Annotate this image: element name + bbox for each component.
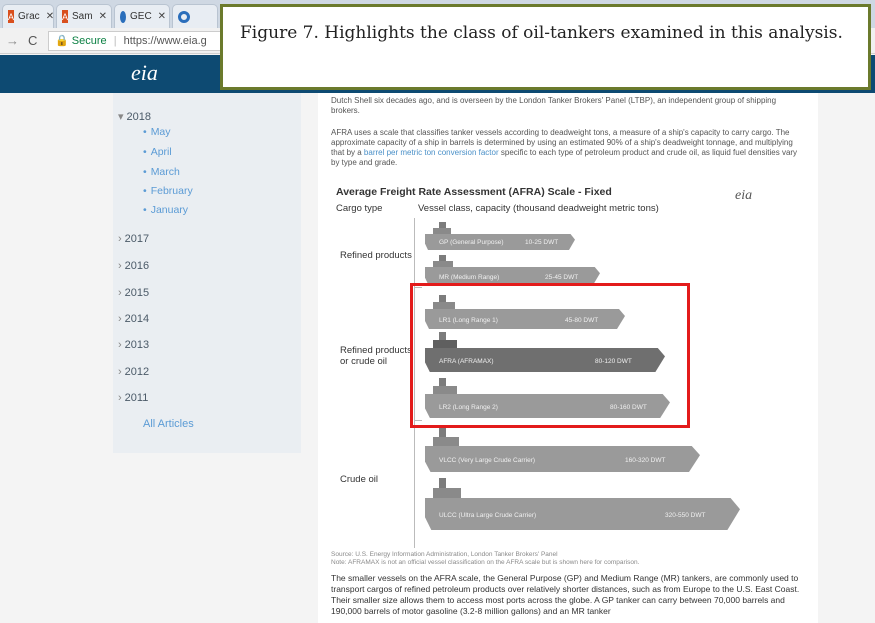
browser-tab[interactable]: A Sam ✕ bbox=[56, 4, 112, 28]
group-label-crude: Crude oil bbox=[340, 474, 379, 485]
sidebar-year-2014[interactable]: › 2014 bbox=[118, 313, 149, 325]
conversion-factor-link[interactable]: barrel per metric ton conversion factor bbox=[364, 148, 499, 157]
forward-arrow-icon[interactable]: → bbox=[6, 33, 19, 48]
afra-paragraph: AFRA uses a scale that classifies tanker… bbox=[331, 128, 798, 167]
chevron-right-icon: › bbox=[118, 233, 122, 245]
tab-title: Grac bbox=[18, 11, 40, 22]
chevron-right-icon: › bbox=[118, 339, 122, 351]
ship-ulcc: ULCC (Ultra Large Crude Carrier) 320-550… bbox=[425, 478, 740, 530]
sidebar-month-february[interactable]: • February bbox=[143, 185, 193, 197]
all-articles-link[interactable]: All Articles bbox=[143, 418, 194, 430]
chevron-right-icon: › bbox=[118, 260, 122, 272]
chevron-right-icon: › bbox=[118, 392, 122, 404]
close-icon[interactable]: ✕ bbox=[158, 11, 166, 22]
chevron-right-icon: › bbox=[118, 313, 122, 325]
close-icon[interactable]: ✕ bbox=[99, 11, 107, 22]
sidebar-year-2013[interactable]: › 2013 bbox=[118, 339, 149, 351]
chart-source-note: Source: U.S. Energy Information Administ… bbox=[331, 551, 640, 566]
sidebar-year-2018[interactable]: ▾ 2018 bbox=[118, 110, 151, 123]
lock-icon: 🔒 bbox=[55, 35, 69, 47]
intro-paragraph: Dutch Shell six decades ago, and is over… bbox=[331, 96, 777, 115]
sidebar-month-january[interactable]: • January bbox=[143, 204, 188, 216]
eia-logo[interactable]: eia bbox=[131, 60, 158, 86]
tab-title: GEC bbox=[130, 11, 152, 22]
reload-icon[interactable]: C bbox=[28, 33, 37, 48]
sidebar-month-march[interactable]: • March bbox=[143, 166, 180, 178]
ring-icon bbox=[178, 10, 190, 23]
red-square-icon: A bbox=[62, 10, 69, 23]
chevron-down-icon: ▾ bbox=[118, 111, 124, 123]
ship-mr: MR (Medium Range) 25-45 DWT bbox=[425, 255, 600, 285]
secure-label: Secure bbox=[71, 35, 107, 47]
red-square-icon: A bbox=[8, 10, 15, 23]
bottom-paragraph: The smaller vessels on the AFRA scale, t… bbox=[331, 573, 800, 616]
ship-gp: GP (General Purpose) 10-25 DWT bbox=[425, 222, 575, 250]
group-label-refined: Refined products bbox=[340, 250, 412, 261]
sidebar-year-2012[interactable]: › 2012 bbox=[118, 366, 149, 378]
ship-vlcc: VLCC (Very Large Crude Carrier) 160-320 … bbox=[425, 428, 700, 472]
close-icon[interactable]: ✕ bbox=[46, 11, 54, 22]
highlight-box bbox=[410, 283, 690, 428]
group-label-refined-crude: Refined products or crude oil bbox=[340, 345, 412, 367]
sidebar-year-2017[interactable]: › 2017 bbox=[118, 233, 149, 245]
browser-tab[interactable] bbox=[172, 4, 218, 28]
sidebar-year-2011[interactable]: › 2011 bbox=[118, 392, 148, 404]
sidebar-year-2016[interactable]: › 2016 bbox=[118, 260, 149, 272]
tab-title: Sam bbox=[72, 11, 93, 22]
browser-tab[interactable]: A Grac ✕ bbox=[2, 4, 54, 28]
browser-tab[interactable]: GEC ✕ bbox=[114, 4, 170, 28]
cargo-type-header: Cargo type bbox=[336, 203, 383, 214]
chart-title: Average Freight Rate Assessment (AFRA) S… bbox=[336, 186, 612, 198]
chevron-right-icon: › bbox=[118, 366, 122, 378]
chevron-right-icon: › bbox=[118, 287, 122, 299]
url-text: https://www.eia.g bbox=[123, 35, 207, 47]
ring-icon bbox=[120, 10, 126, 23]
sidebar-year-2015[interactable]: › 2015 bbox=[118, 287, 149, 299]
sidebar-month-may[interactable]: • May bbox=[143, 126, 171, 138]
sidebar-month-april[interactable]: • April bbox=[143, 146, 172, 158]
chart-eia-logo: eia bbox=[735, 188, 753, 203]
figure-caption: Figure 7. Highlights the class of oil-ta… bbox=[220, 4, 871, 90]
vessel-class-header: Vessel class, capacity (thousand deadwei… bbox=[418, 203, 659, 214]
